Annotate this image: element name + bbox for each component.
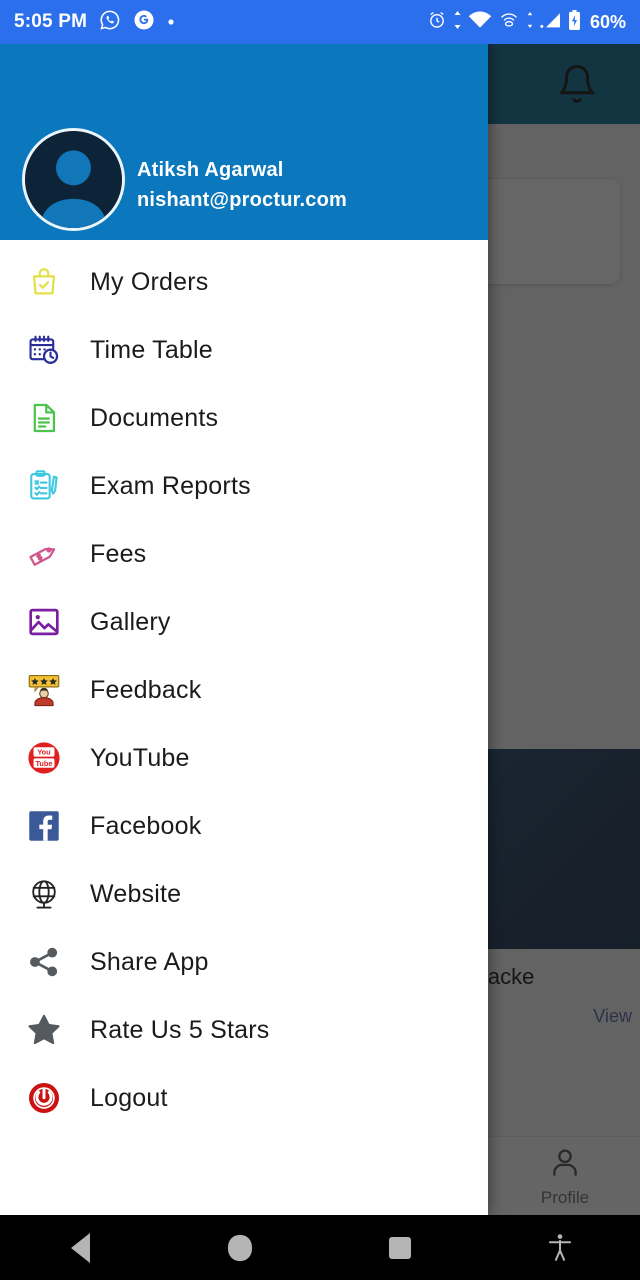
sidebar-item-rate-us[interactable]: Rate Us 5 Stars: [0, 996, 488, 1064]
accessibility-button[interactable]: [480, 1233, 640, 1263]
home-button[interactable]: [160, 1234, 320, 1261]
drawer-user-name: Atiksh Agarwal: [137, 159, 284, 181]
clipboard-pen-icon: [20, 464, 68, 508]
sidebar-item-label: Logout: [90, 1083, 168, 1112]
wifi-icon: [468, 11, 492, 33]
navigation-drawer: Atiksh Agarwal nishant@proctur.com My Or…: [0, 44, 488, 1215]
drawer-user-email: nishant@proctur.com: [137, 189, 347, 211]
battery-percentage: 60%: [589, 11, 626, 32]
facebook-icon: [20, 804, 68, 848]
drawer-menu: My Orders Time Table Documents Exam Repo…: [0, 240, 488, 1132]
sidebar-item-label: Documents: [90, 403, 219, 432]
dot-icon: [167, 14, 175, 30]
share-icon: [20, 940, 68, 984]
sidebar-item-documents[interactable]: Documents: [0, 384, 488, 452]
sidebar-item-label: Time Table: [90, 335, 213, 364]
updown-arrows-icon: [453, 11, 462, 33]
image-icon: [20, 600, 68, 644]
avatar[interactable]: [22, 128, 125, 231]
sidebar-item-label: Website: [90, 879, 182, 908]
updown-arrows-icon-2: [526, 12, 534, 32]
cast-icon: [498, 10, 520, 34]
sidebar-item-fees[interactable]: Fees: [0, 520, 488, 588]
sidebar-item-facebook[interactable]: Facebook: [0, 792, 488, 860]
status-bar-left: 5:05 PM: [14, 9, 175, 35]
battery-icon: [568, 10, 581, 34]
android-nav-bar: [0, 1215, 640, 1280]
sidebar-item-gallery[interactable]: Gallery: [0, 588, 488, 656]
back-button[interactable]: [0, 1232, 160, 1263]
star-icon: [20, 1008, 68, 1052]
sidebar-item-label: Share App: [90, 947, 209, 976]
sidebar-item-label: Gallery: [90, 607, 171, 636]
sidebar-item-label: Rate Us 5 Stars: [90, 1015, 270, 1044]
sidebar-item-share-app[interactable]: Share App: [0, 928, 488, 996]
sidebar-item-feedback[interactable]: Feedback: [0, 656, 488, 724]
status-bar-right: 60%: [427, 10, 626, 34]
drawer-header: Atiksh Agarwal nishant@proctur.com: [0, 44, 488, 240]
sidebar-item-website[interactable]: Website: [0, 860, 488, 928]
sidebar-item-label: Feedback: [90, 675, 202, 704]
status-bar: 5:05 PM 60%: [0, 0, 640, 44]
whatsapp-icon: [99, 9, 121, 35]
calendar-clock-icon: [20, 328, 68, 372]
star-rating-person-icon: [20, 668, 68, 712]
sidebar-item-label: Facebook: [90, 811, 202, 840]
sidebar-item-my-orders[interactable]: My Orders: [0, 248, 488, 316]
youtube-icon: You Tube: [20, 736, 68, 780]
sidebar-item-label: Fees: [90, 539, 147, 568]
alarm-icon: [427, 10, 447, 34]
sidebar-item-exam-reports[interactable]: Exam Reports: [0, 452, 488, 520]
status-bar-time: 5:05 PM: [14, 11, 88, 32]
recents-button[interactable]: [320, 1236, 480, 1259]
svg-text:You: You: [37, 748, 51, 757]
signal-icon: [540, 11, 562, 33]
sidebar-item-label: YouTube: [90, 743, 190, 772]
phone-screen: ils please com/ LXITH FREE Packe View as…: [0, 0, 640, 1280]
price-tag-icon: [20, 532, 68, 576]
document-icon: [20, 396, 68, 440]
power-off-icon: [20, 1076, 68, 1120]
google-icon: [133, 9, 155, 35]
svg-text:Tube: Tube: [35, 759, 52, 768]
sidebar-item-youtube[interactable]: You Tube YouTube: [0, 724, 488, 792]
sidebar-item-time-table[interactable]: Time Table: [0, 316, 488, 384]
globe-icon: [20, 872, 68, 916]
sidebar-item-label: Exam Reports: [90, 471, 251, 500]
sidebar-item-label: My Orders: [90, 267, 209, 296]
sidebar-item-logout[interactable]: Logout: [0, 1064, 488, 1132]
shopping-bag-check-icon: [20, 260, 68, 304]
